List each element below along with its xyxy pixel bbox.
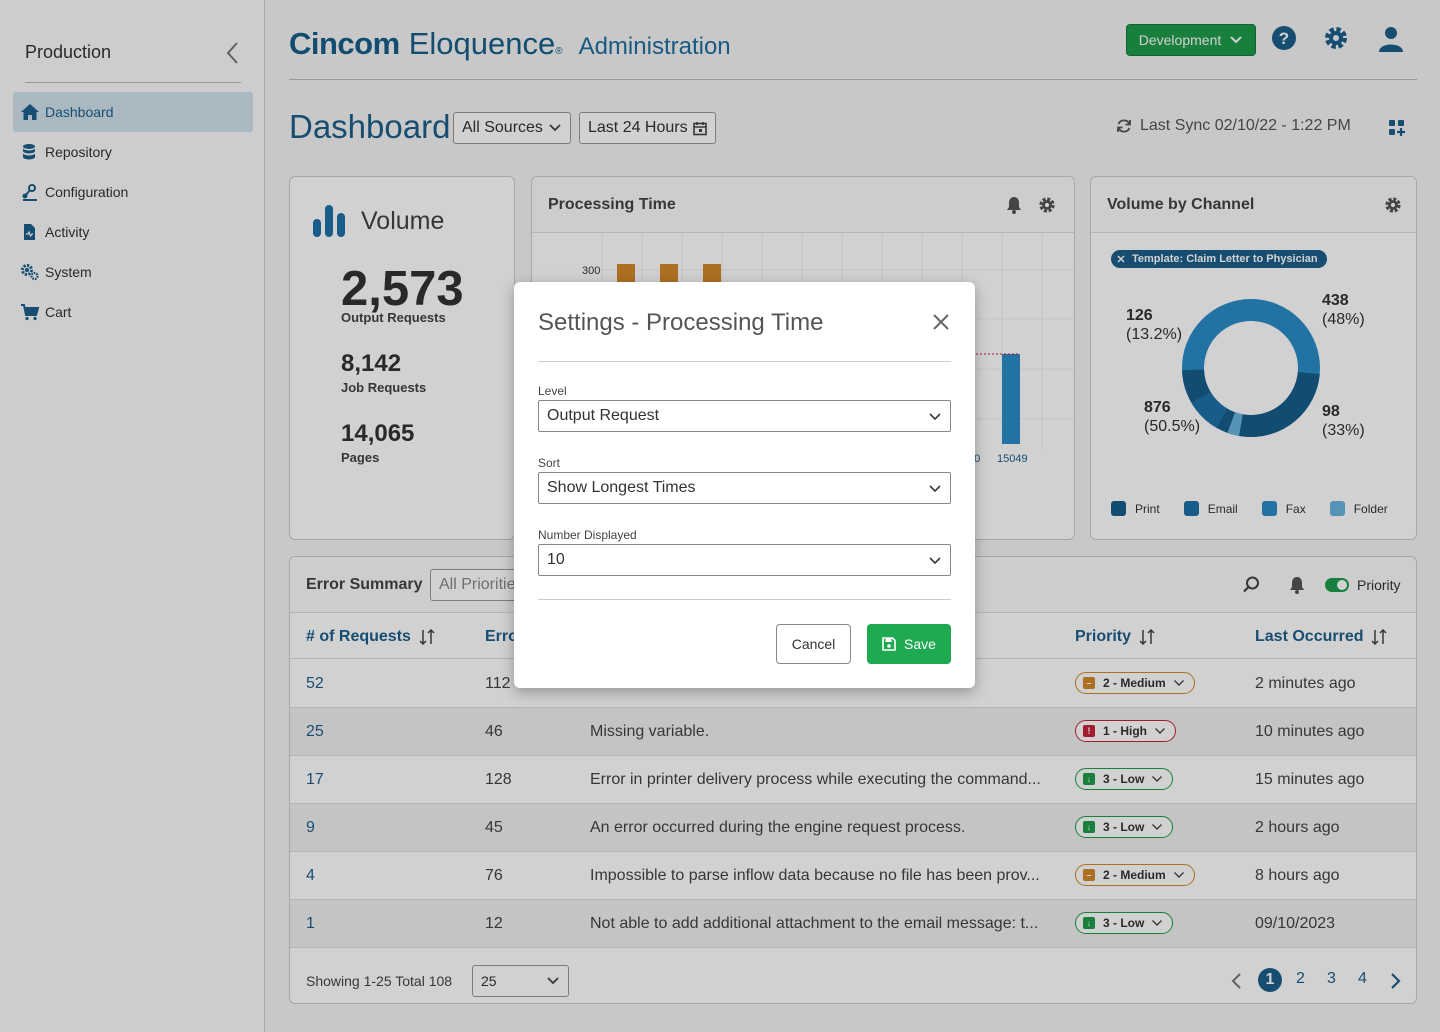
sort-select[interactable]: Show Longest Times — [538, 472, 951, 504]
modal-divider — [538, 599, 951, 600]
save-icon — [882, 637, 896, 651]
cancel-button[interactable]: Cancel — [776, 624, 851, 664]
level-select-value: Output Request — [547, 407, 660, 424]
modal-divider — [538, 361, 951, 362]
number-displayed-select[interactable]: 10 — [538, 544, 951, 576]
close-icon[interactable] — [931, 312, 951, 337]
save-label: Save — [904, 636, 936, 652]
level-select[interactable]: Output Request — [538, 400, 951, 432]
save-button[interactable]: Save — [867, 624, 951, 664]
settings-modal: Settings - Processing Time Level Output … — [514, 282, 975, 688]
sort-label: Sort — [538, 456, 561, 470]
chevron-down-icon — [929, 485, 941, 493]
modal-title: Settings - Processing Time — [538, 309, 824, 336]
number-displayed-value: 10 — [547, 551, 565, 568]
level-label: Level — [538, 384, 567, 398]
number-displayed-label: Number Displayed — [538, 528, 637, 542]
sort-select-value: Show Longest Times — [547, 479, 696, 496]
chevron-down-icon — [929, 413, 941, 421]
chevron-down-icon — [929, 557, 941, 565]
